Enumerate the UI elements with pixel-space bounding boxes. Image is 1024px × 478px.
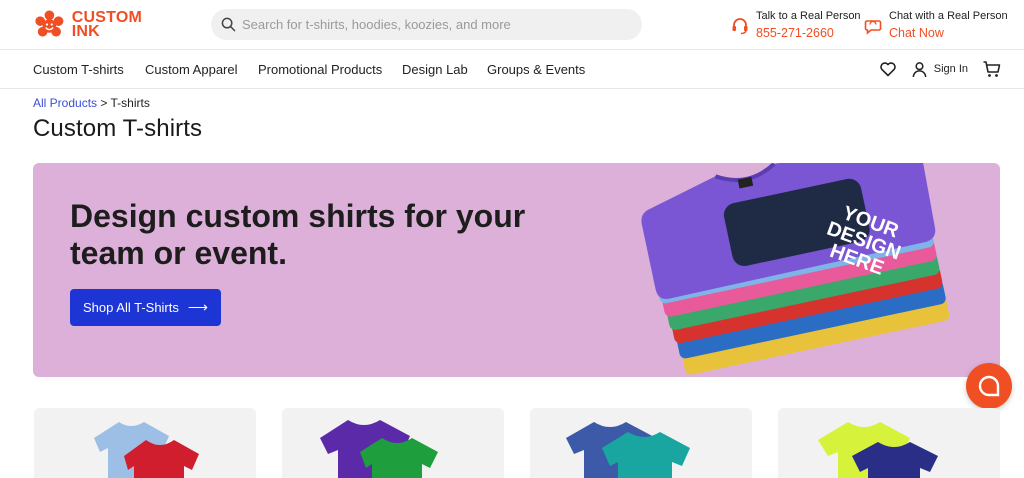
breadcrumb: All Products > T-shirts	[33, 96, 150, 110]
chat-bubble-icon	[864, 20, 882, 35]
nav-groups-events[interactable]: Groups & Events	[487, 62, 585, 77]
phone-number-link[interactable]: 855-271-2660	[756, 26, 861, 40]
arrow-right-icon: ⟶	[187, 299, 208, 315]
search-bar[interactable]	[211, 9, 642, 40]
main-nav: Custom T-shirts Custom Apparel Promotion…	[0, 50, 1024, 89]
headset-icon	[732, 18, 748, 35]
talk-label: Talk to a Real Person	[756, 10, 861, 22]
tshirt-image-4	[818, 422, 938, 478]
breadcrumb-all-products[interactable]: All Products	[33, 96, 97, 110]
nav-custom-apparel[interactable]: Custom Apparel	[145, 62, 238, 77]
tshirt-image-3	[566, 422, 690, 478]
tshirt-image-1	[94, 422, 199, 478]
top-header: CUSTOM INK Talk to a Real Person 855-271…	[0, 0, 1024, 50]
chat-fab-icon	[978, 375, 1000, 397]
chat-now-link[interactable]: Chat Now	[889, 26, 1008, 40]
heart-icon[interactable]	[879, 60, 897, 78]
shop-button-label: Shop All T-Shirts	[83, 300, 179, 315]
search-input[interactable]	[242, 17, 622, 32]
chat-label: Chat with a Real Person	[889, 10, 1008, 22]
chat-with-person[interactable]: Chat with a Real Person Chat Now	[864, 9, 1008, 40]
product-card-2[interactable]	[282, 408, 504, 478]
breadcrumb-separator: >	[100, 96, 108, 110]
talk-to-person[interactable]: Talk to a Real Person 855-271-2660	[731, 9, 861, 40]
user-icon[interactable]	[911, 61, 928, 78]
product-card-4[interactable]	[778, 408, 1000, 478]
tshirt-image-2	[320, 420, 438, 478]
shop-all-tshirts-button[interactable]: Shop All T-Shirts ⟶	[70, 289, 221, 326]
tshirt-stack-image: YOUR DESIGN HERE	[641, 163, 950, 375]
breadcrumb-current: T-shirts	[110, 96, 150, 110]
search-icon	[221, 17, 236, 32]
nav-design-lab[interactable]: Design Lab	[402, 62, 468, 77]
sign-in-link[interactable]: Sign In	[934, 63, 968, 75]
cart-icon[interactable]	[982, 59, 1002, 79]
nav-custom-tshirts[interactable]: Custom T-shirts	[33, 62, 124, 77]
product-card-3[interactable]	[530, 408, 752, 478]
logo-mark-icon	[35, 10, 64, 37]
page-title: Custom T-shirts	[33, 115, 203, 142]
nav-promotional-products[interactable]: Promotional Products	[258, 62, 382, 77]
product-card-1[interactable]	[34, 408, 256, 478]
custom-ink-logo[interactable]: CUSTOM INK	[32, 6, 142, 44]
hero-heading: Design custom shirts for your team or ev…	[70, 198, 526, 271]
hero-banner: Design custom shirts for your team or ev…	[33, 163, 1000, 377]
chat-fab[interactable]	[966, 363, 1012, 409]
logo-wordmark: CUSTOM INK	[71, 9, 142, 40]
